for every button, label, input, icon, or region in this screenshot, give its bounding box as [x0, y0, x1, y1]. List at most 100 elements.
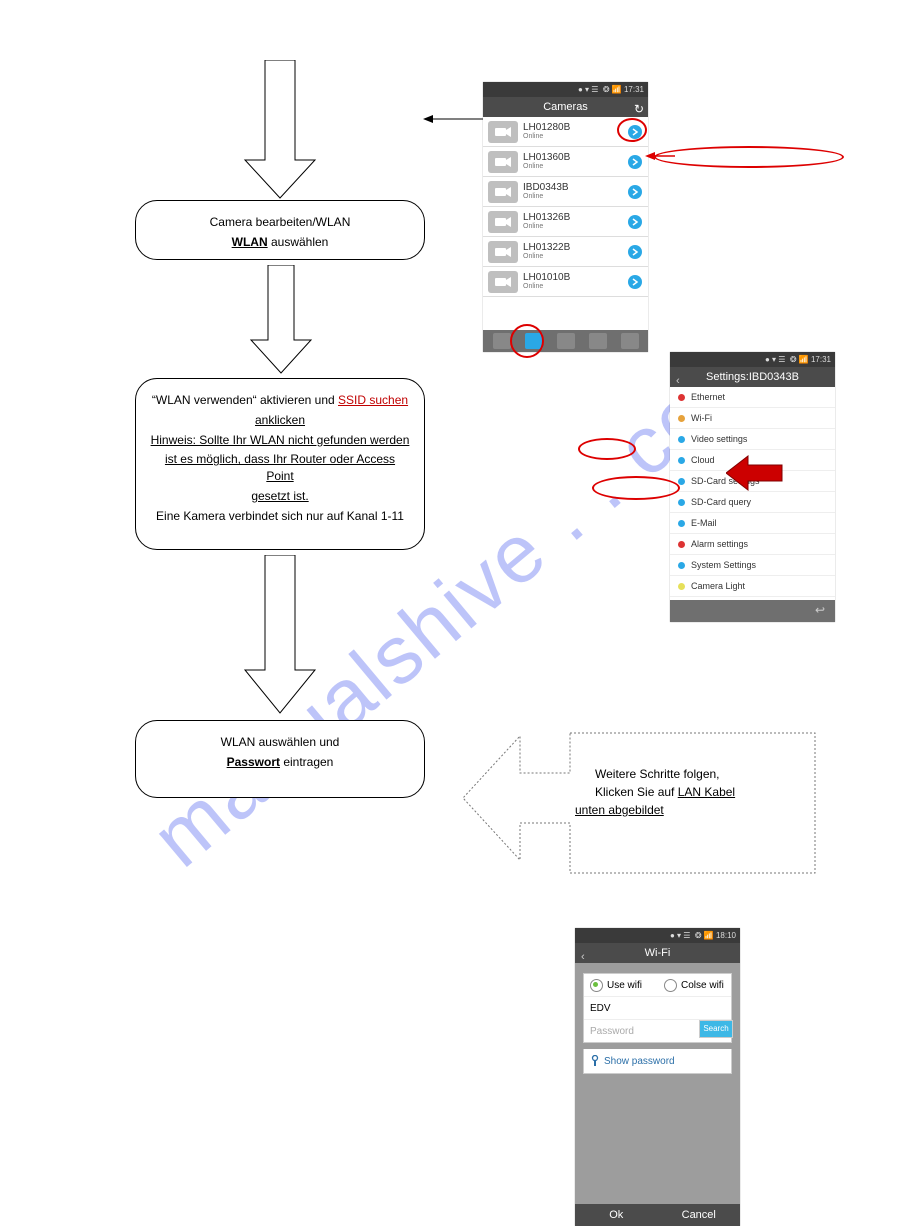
back-icon[interactable]: ‹ — [676, 371, 680, 391]
chevron-right-icon[interactable] — [628, 275, 642, 289]
radio-close-wifi[interactable] — [664, 979, 677, 992]
time-3: 18:10 — [716, 931, 736, 940]
red-arrow-search — [726, 450, 786, 501]
settings-row[interactable]: E-Mail — [670, 513, 835, 534]
s7-l2: anklicken — [255, 413, 305, 427]
ssid-row[interactable]: EDV — [584, 997, 731, 1020]
close-wifi-label: Colse wifi — [681, 980, 724, 991]
s7-l3: Hinweis: Sollte Ihr WLAN nicht gefunden … — [151, 433, 410, 447]
highlight-circle-arrow — [617, 118, 647, 142]
bullet-icon — [678, 478, 685, 485]
s7-a: “WLAN verwenden“ aktivieren und — [152, 393, 338, 407]
settings-row[interactable]: Wi-Fi — [670, 408, 835, 429]
camera-icon — [488, 181, 518, 203]
wifi-footer: Ok Cancel — [575, 1204, 740, 1226]
camera-status: Online — [523, 163, 570, 170]
settings-label: Ethernet — [691, 392, 725, 402]
camera-name: LH01280B — [523, 123, 570, 133]
chevron-right-icon[interactable] — [628, 245, 642, 259]
time-2: 17:31 — [811, 355, 831, 364]
s7-l6: Eine Kamera verbindet sich nur auf Kanal… — [156, 509, 404, 523]
highlight-oval-password — [592, 476, 680, 500]
camera-name: IBD0343B — [523, 183, 569, 193]
step6-prefix: Camera bearbeiten/WLAN — [210, 215, 351, 229]
bullet-icon — [678, 436, 685, 443]
s8-l2: Passwort — [227, 755, 280, 769]
password-label: Password — [590, 1026, 634, 1037]
highlight-circle-tab — [510, 324, 544, 358]
camera-name: LH01010B — [523, 273, 570, 283]
cancel-button[interactable]: Cancel — [658, 1204, 741, 1226]
tab-4[interactable] — [589, 333, 607, 349]
titlebar-settings: ‹ Settings:IBD0343B — [670, 367, 835, 387]
s7-b: SSID suchen — [338, 393, 408, 407]
tab-3[interactable] — [557, 333, 575, 349]
flow-arrow-1 — [240, 60, 320, 200]
settings-label: System Settings — [691, 560, 756, 570]
settings-row[interactable]: System Settings — [670, 555, 835, 576]
flow-arrow-3 — [240, 555, 320, 715]
highlight-oval-usewifi — [578, 438, 636, 460]
camera-icon — [488, 121, 518, 143]
bottombar-2: ↩ — [670, 600, 835, 622]
title-wifi: Wi-Fi — [645, 947, 671, 959]
titlebar-wifi: ‹ Wi-Fi — [575, 943, 740, 963]
settings-label: Cloud — [691, 455, 715, 465]
camera-status: Online — [523, 253, 570, 260]
note-text: Weitere Schritte folgen, Klicken Sie auf… — [595, 765, 815, 819]
s8-l1: WLAN auswählen und — [221, 735, 340, 749]
camera-name: LH01360B — [523, 153, 570, 163]
settings-row[interactable]: Ethernet — [670, 387, 835, 408]
s7-l5: gesetzt ist. — [251, 489, 308, 503]
bullet-icon — [678, 415, 685, 422]
tab-1[interactable] — [493, 333, 511, 349]
show-password-row[interactable]: Show password — [583, 1049, 732, 1074]
phone-wifi: ● ▾ ☰ ❂ 📶 18:10 ‹ Wi-Fi Use wifi Colse w… — [575, 928, 740, 1226]
note-l2a: Klicken Sie auf — [595, 785, 678, 799]
chevron-right-icon[interactable] — [628, 215, 642, 229]
bullet-icon — [678, 541, 685, 548]
settings-row[interactable]: Alarm settings — [670, 534, 835, 555]
camera-icon — [488, 241, 518, 263]
camera-icon — [488, 271, 518, 293]
time-1: 17:31 — [624, 85, 644, 94]
settings-label: Wi-Fi — [691, 413, 712, 423]
step-box-7: “WLAN verwenden“ aktivieren und SSID suc… — [135, 378, 425, 550]
key-icon — [590, 1055, 600, 1067]
settings-label: Camera Light — [691, 581, 745, 591]
refresh-icon[interactable]: ↻ — [634, 99, 644, 119]
settings-row[interactable]: Video settings — [670, 429, 835, 450]
camera-icon — [488, 211, 518, 233]
bullet-icon — [678, 499, 685, 506]
settings-row[interactable]: Camera Light — [670, 576, 835, 597]
title-cameras: Cameras — [543, 101, 588, 113]
use-wifi-label: Use wifi — [607, 980, 642, 991]
settings-label: E-Mail — [691, 518, 717, 528]
camera-row[interactable]: LH01326BOnline — [483, 207, 648, 237]
s8-l3: eintragen — [280, 755, 333, 769]
bottombar — [483, 330, 648, 352]
chevron-right-icon[interactable] — [628, 185, 642, 199]
step6-link: WLAN — [232, 235, 268, 249]
radio-use-wifi[interactable] — [590, 979, 603, 992]
camera-status: Online — [523, 133, 570, 140]
s7-l4: ist es möglich, dass Ihr Router oder Acc… — [165, 452, 395, 483]
connector-arrow-2 — [645, 146, 675, 162]
camera-status: Online — [523, 283, 570, 290]
camera-list: LH01280BOnlineLH01360BOnlineIBD0343BOnli… — [483, 117, 648, 297]
camera-row[interactable]: LH01322BOnline — [483, 237, 648, 267]
camera-row[interactable]: IBD0343BOnline — [483, 177, 648, 207]
return-icon[interactable]: ↩ — [815, 603, 825, 617]
wifi-body: Use wifi Colse wifi EDV Password Search … — [575, 963, 740, 1204]
statusbar-2: ● ▾ ☰ ❂ 📶 17:31 — [670, 352, 835, 367]
wifi-radio-row: Use wifi Colse wifi — [584, 974, 731, 997]
ok-button[interactable]: Ok — [575, 1204, 658, 1226]
camera-row[interactable]: LH01010BOnline — [483, 267, 648, 297]
step-box-6: Camera bearbeiten/WLAN WLAN auswählen — [135, 200, 425, 260]
tab-5[interactable] — [621, 333, 639, 349]
search-button[interactable]: Search — [699, 1020, 733, 1038]
chevron-right-icon[interactable] — [628, 155, 642, 169]
settings-label: Video settings — [691, 434, 747, 444]
camera-row[interactable]: LH01360BOnline — [483, 147, 648, 177]
statusbar-1: ● ▾ ☰ ❂ 📶 17:31 — [483, 82, 648, 97]
